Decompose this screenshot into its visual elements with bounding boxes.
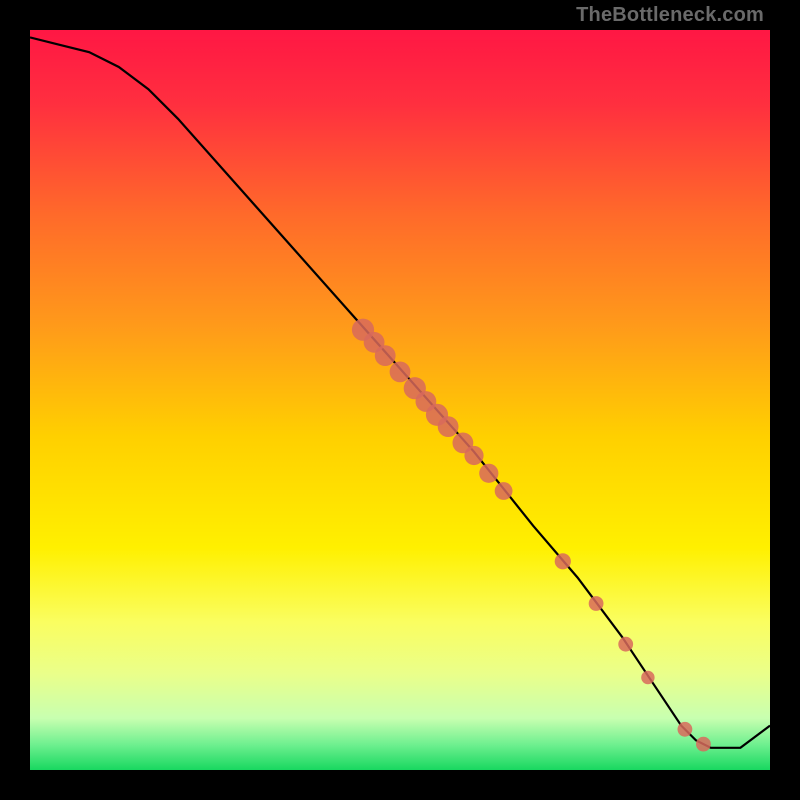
data-point xyxy=(696,737,711,752)
data-point xyxy=(641,671,654,684)
data-point xyxy=(438,416,459,437)
chart-overlay xyxy=(30,30,770,770)
plot-area xyxy=(30,30,770,770)
data-point xyxy=(479,464,498,483)
data-point xyxy=(618,637,633,652)
data-point xyxy=(390,362,411,383)
data-point xyxy=(495,482,513,500)
curve-path xyxy=(30,37,770,747)
data-point xyxy=(678,722,693,737)
watermark-text: TheBottleneck.com xyxy=(576,4,764,27)
data-point xyxy=(589,596,604,611)
data-point xyxy=(464,446,483,465)
markers-group xyxy=(352,319,711,752)
data-point xyxy=(375,345,396,366)
data-point xyxy=(555,553,571,569)
